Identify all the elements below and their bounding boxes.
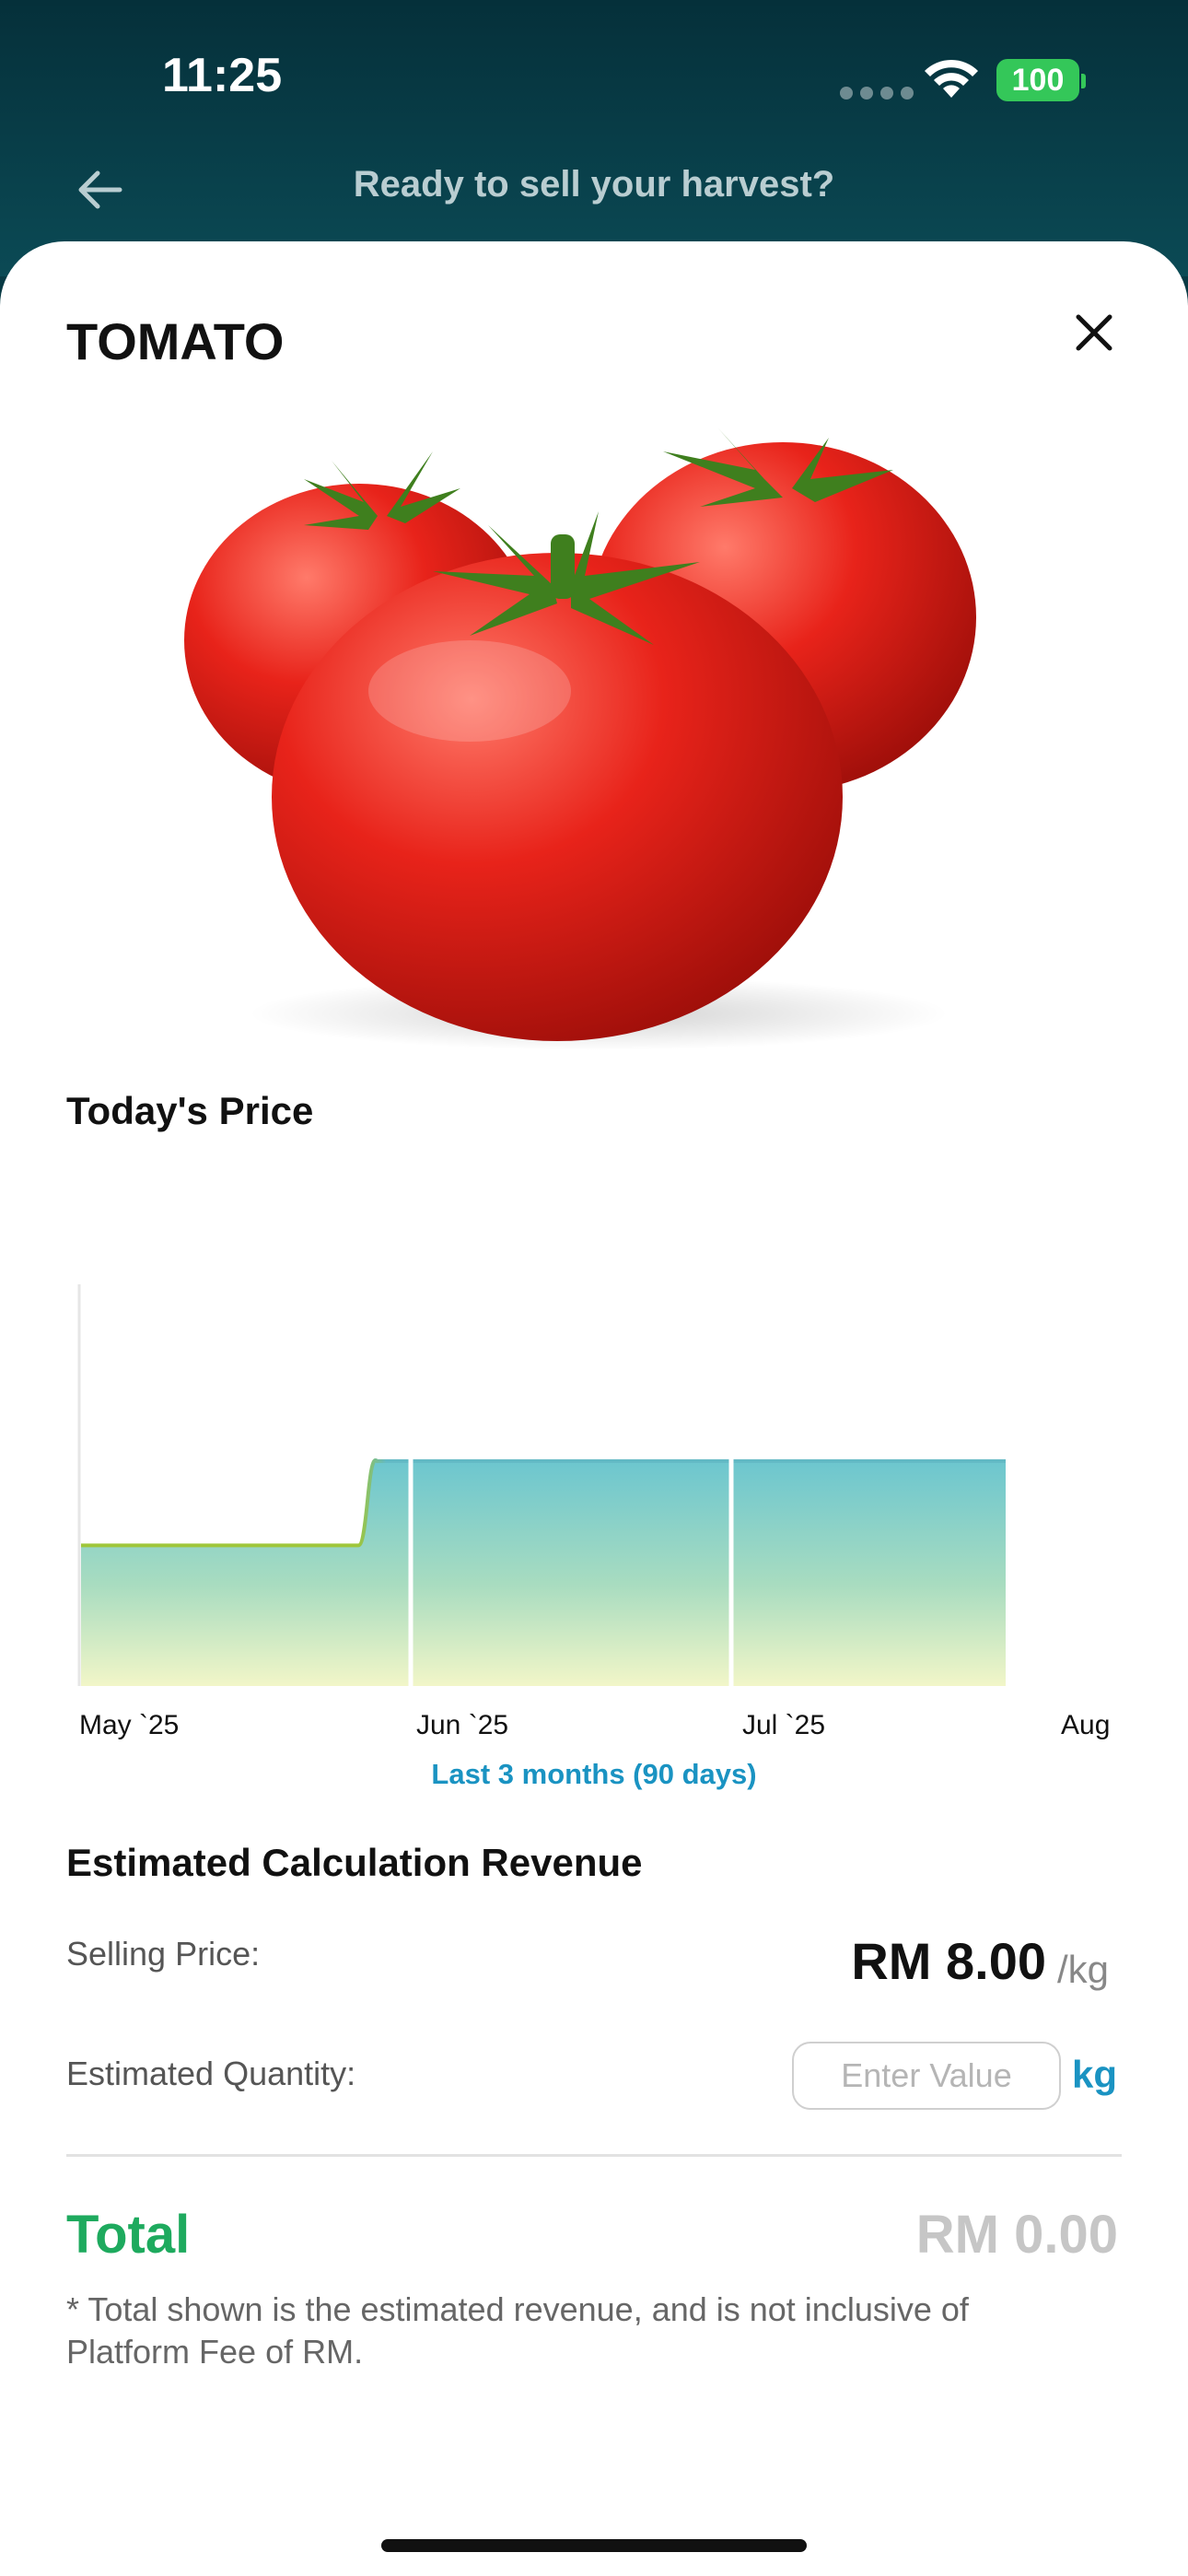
price-area <box>81 1459 1006 1686</box>
quantity-label: Estimated Quantity: <box>66 2055 356 2092</box>
x-tick-label: Aug <box>1061 1710 1111 1740</box>
home-indicator[interactable] <box>381 2539 807 2552</box>
tomato-image <box>184 428 976 1050</box>
page-title: Ready to sell your harvest? <box>353 164 835 205</box>
selling-price-value: RM 8.00 <box>851 1932 1046 1990</box>
revenue-title: Estimated Calculation Revenue <box>66 1841 643 1884</box>
close-icon[interactable] <box>1071 310 1117 356</box>
battery-indicator: 100 <box>996 59 1079 101</box>
todays-price-title: Today's Price <box>66 1089 314 1132</box>
top-bar: 11:25 100 Ready to sell your harvest? <box>0 0 1188 276</box>
wifi-icon <box>925 59 978 98</box>
selling-price-unit: /kg <box>1057 1948 1110 1991</box>
footnote: * Total shown is the estimated revenue, … <box>66 2290 969 2371</box>
battery-cap <box>1081 74 1086 88</box>
selling-price-label: Selling Price: <box>66 1935 261 1973</box>
total-value: RM 0.00 <box>915 2205 1118 2265</box>
quantity-input[interactable] <box>792 2042 1061 2110</box>
price-chart <box>77 1284 1006 1686</box>
x-tick-label: Jul `25 <box>742 1710 826 1740</box>
product-name: TOMATO <box>66 312 285 370</box>
x-tick-label: Jun `25 <box>416 1710 509 1740</box>
status-time: 11:25 <box>162 49 283 102</box>
quantity-unit: kg <box>1072 2053 1118 2096</box>
total-label: Total <box>66 2205 191 2265</box>
divider <box>66 2154 1122 2157</box>
x-tick-label: May `25 <box>79 1710 180 1740</box>
cellular-signal-icon <box>840 87 914 100</box>
range-selector[interactable]: Last 3 months (90 days) <box>0 1758 1188 1791</box>
